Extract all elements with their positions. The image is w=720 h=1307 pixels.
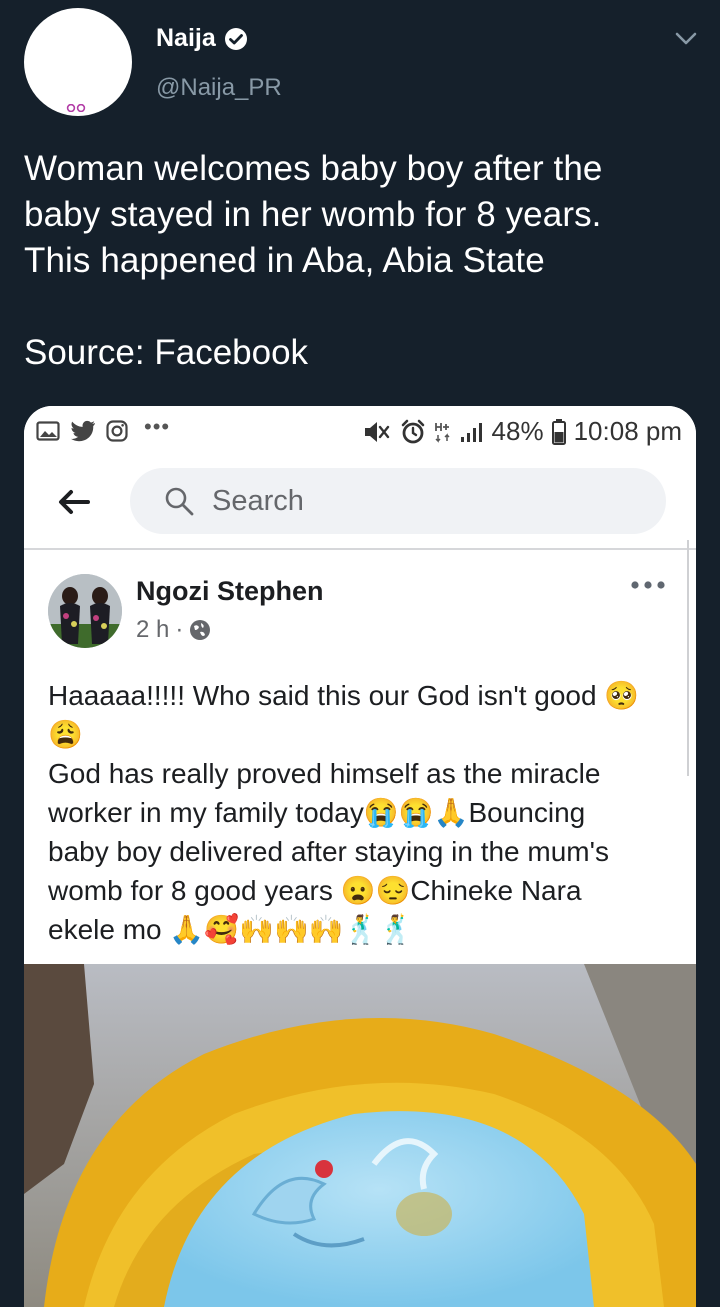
verified-badge-icon [224,27,247,50]
author-handle[interactable]: @Naija_PR [156,74,282,102]
search-input[interactable]: Search [130,468,666,534]
mute-icon [364,421,389,442]
scrollbar[interactable] [687,540,689,776]
meta-separator: · [175,616,184,643]
avatar-photo [48,574,122,648]
logo-eyes-icon [66,104,86,112]
post-time[interactable]: 2 h [136,616,169,644]
signal-icon [460,422,482,442]
post-more-options-icon[interactable] [630,580,666,590]
more-notifications-indicator: ••• [144,414,171,439]
author-avatar[interactable] [24,8,132,116]
twitter-bird-icon [71,420,95,442]
post-author-avatar[interactable] [48,574,122,648]
chevron-down-icon[interactable] [672,24,700,52]
system-status: 48% 10:08 pm [362,416,682,447]
globe-icon [190,620,211,640]
instagram-icon [106,420,128,442]
post-author-name[interactable]: Ngozi Stephen [136,576,324,607]
phone-status-bar: ••• 48% 10:08 pm [24,406,696,458]
data-hplus-icon [434,422,450,443]
facebook-search-bar: Search [24,458,696,548]
back-arrow-icon[interactable] [56,484,92,520]
gallery-icon [36,421,60,441]
battery-percent: 48% [491,416,544,446]
author-name-row[interactable]: Naija [156,24,248,53]
alarm-icon [401,419,424,443]
notification-icons: ••• [36,414,170,444]
facebook-post: Ngozi Stephen 2 h · Haaaaa!!!!! Who said… [24,550,696,964]
tweet-text: Woman welcomes baby boy after the baby s… [24,149,603,280]
baby-photo [24,964,696,1307]
clock: 10:08 pm [573,416,682,446]
battery-icon [551,418,566,445]
search-icon [165,487,194,516]
search-placeholder: Search [212,485,304,517]
tweet-source: Source: Facebook [24,333,309,372]
post-text: Haaaaa!!!!! Who said this our God isn't … [48,680,640,945]
tweet-media-image[interactable]: ••• 48% 10:08 pm Search Ngozi Stephen 2 … [24,406,696,1307]
post-photo[interactable] [24,964,696,1307]
post-meta: 2 h · [136,616,211,644]
author-name[interactable]: Naija [156,24,216,53]
